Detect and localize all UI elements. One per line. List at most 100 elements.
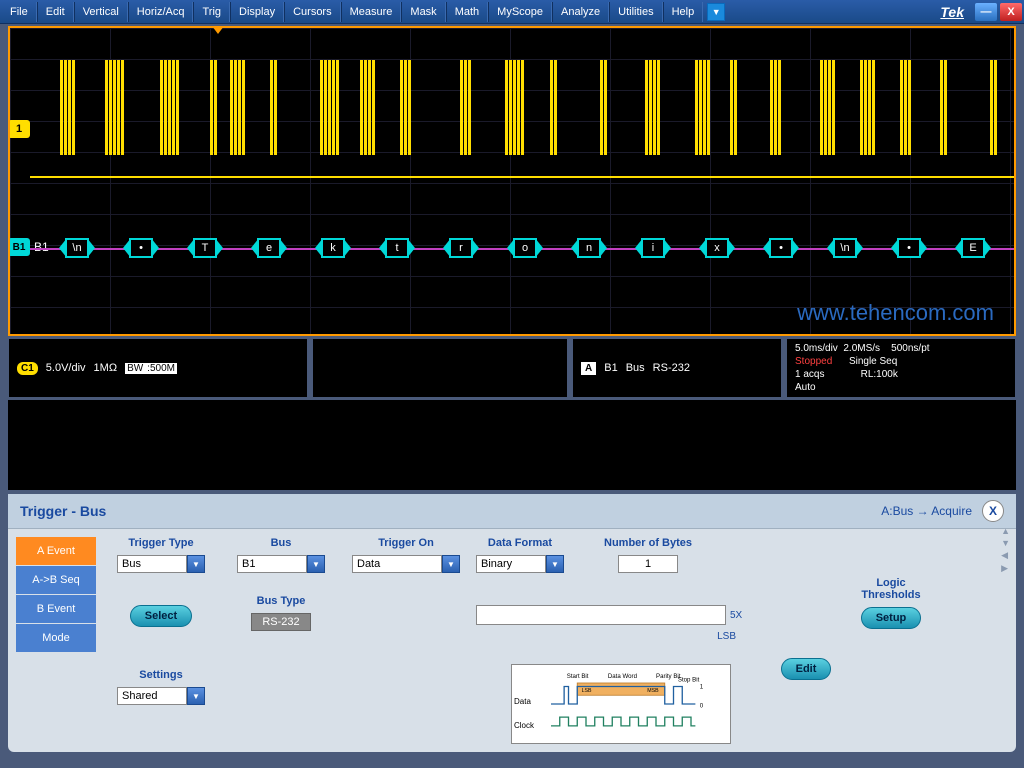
logic-thresholds-label: Logic Thresholds — [846, 577, 936, 601]
setup-button[interactable]: Setup — [861, 607, 922, 629]
menu-trig[interactable]: Trig — [193, 2, 230, 22]
bandwidth-badge: BW — [125, 363, 145, 374]
menu-file[interactable]: File — [2, 2, 37, 22]
svg-text:Stop Bit: Stop Bit — [678, 676, 700, 683]
bus-select[interactable]: B1 ▼ — [237, 555, 325, 573]
data-format-label: Data Format — [488, 537, 552, 549]
trigger-on-select[interactable]: Data ▼ — [352, 555, 460, 573]
menu-vertical[interactable]: Vertical — [74, 2, 128, 22]
bus-decode-char: • — [897, 238, 921, 258]
menu-display[interactable]: Display — [230, 2, 284, 22]
menu-dropdown-icon[interactable]: ▼ — [707, 3, 725, 21]
panel-header: Trigger - Bus A:Bus → Acquire X — [8, 494, 1016, 529]
close-button[interactable]: X — [1000, 3, 1022, 21]
readout-area — [8, 400, 1016, 490]
menu-horiz-acq[interactable]: Horiz/Acq — [128, 2, 194, 22]
tab-a-event[interactable]: A Event — [16, 537, 96, 565]
bus-decode-char: • — [129, 238, 153, 258]
lsb-label: LSB — [717, 631, 736, 642]
trigger-panel: Trigger - Bus A:Bus → Acquire X ▲▼◀▶ A E… — [8, 494, 1016, 752]
menu-mask[interactable]: Mask — [401, 2, 445, 22]
svg-text:LSB: LSB — [582, 688, 592, 694]
oscilloscope-display[interactable]: 1 B1 B1 \n•Tektronix•\n•E www.tehencom.c… — [8, 26, 1016, 336]
menu-edit[interactable]: Edit — [37, 2, 74, 22]
a-trigger-badge: A — [581, 362, 596, 375]
menu-measure[interactable]: Measure — [341, 2, 402, 22]
tab-b-event[interactable]: B Event — [16, 595, 96, 623]
panel-close-button[interactable]: X — [982, 500, 1004, 522]
status-bar: C1 5.0V/div 1MΩ BW:500M A B1 Bus RS-232 … — [8, 338, 1016, 398]
timebase: 5.0ms/div — [795, 343, 838, 354]
menu-analyze[interactable]: Analyze — [552, 2, 609, 22]
bus-label: Bus — [271, 537, 292, 549]
channel-1-marker[interactable]: 1 — [8, 120, 30, 138]
bus-decode-char: e — [257, 238, 281, 258]
svg-text:1: 1 — [700, 683, 704, 690]
bus-value: B1 — [237, 555, 307, 573]
bus-decode-char: i — [641, 238, 665, 258]
trigger-bus-type: RS-232 — [653, 362, 690, 374]
trigger-type-select[interactable]: Bus ▼ — [117, 555, 205, 573]
menu-utilities[interactable]: Utilities — [609, 2, 662, 22]
trigger-bus-word: Bus — [626, 362, 645, 374]
data-format-value: Binary — [476, 555, 546, 573]
protocol-diagram: Data Clock Start Bit Data Word Parity Bi… — [511, 664, 731, 744]
bus-decode-char: \n — [65, 238, 89, 258]
bus-decode-char: k — [321, 238, 345, 258]
panel-title: Trigger - Bus — [20, 503, 106, 519]
trigger-position-icon[interactable] — [212, 26, 224, 34]
bandwidth-value: :500M — [145, 363, 177, 374]
bus-type-value: RS-232 — [251, 613, 310, 631]
bus-decode-char: o — [513, 238, 537, 258]
num-bytes-label: Number of Bytes — [604, 537, 692, 549]
bus-decode-char: E — [961, 238, 985, 258]
menu-help[interactable]: Help — [663, 2, 704, 22]
svg-text:Start Bit: Start Bit — [567, 673, 589, 680]
minimize-button[interactable]: — — [975, 3, 997, 21]
bus-decode-char: T — [193, 238, 217, 258]
bus-decode-char: • — [769, 238, 793, 258]
run-state: Stopped — [795, 356, 832, 367]
data-pattern-input[interactable] — [476, 605, 726, 625]
menu-math[interactable]: Math — [446, 2, 488, 22]
dropdown-icon[interactable]: ▼ — [187, 687, 205, 705]
menubar: File Edit Vertical Horiz/Acq Trig Displa… — [0, 0, 1024, 24]
bus-decode-char: r — [449, 238, 473, 258]
dropdown-icon[interactable]: ▼ — [546, 555, 564, 573]
select-button[interactable]: Select — [130, 605, 192, 627]
num-bytes-value[interactable]: 1 — [618, 555, 678, 573]
ch1-badge: C1 — [17, 362, 38, 375]
sequence-mode: Single Seq — [849, 356, 897, 367]
channel-status[interactable]: C1 5.0V/div 1MΩ BW:500M — [8, 338, 308, 398]
bus-decode-char: \n — [833, 238, 857, 258]
resolution: 500ns/pt — [891, 343, 929, 354]
dropdown-icon[interactable]: ▼ — [442, 555, 460, 573]
impedance: 1MΩ — [94, 362, 118, 374]
tab-ab-seq[interactable]: A->B Seq — [16, 566, 96, 594]
acquire-link[interactable]: A:Bus → Acquire — [881, 504, 972, 518]
dropdown-icon[interactable]: ▼ — [187, 555, 205, 573]
menu-myscope[interactable]: MyScope — [488, 2, 552, 22]
data-format-select[interactable]: Binary ▼ — [476, 555, 564, 573]
settings-label: Settings — [139, 669, 182, 681]
trigger-type-value: Bus — [117, 555, 187, 573]
bus-decode-char: t — [385, 238, 409, 258]
dropdown-icon[interactable]: ▼ — [307, 555, 325, 573]
trigger-status[interactable]: A B1 Bus RS-232 — [572, 338, 782, 398]
edit-button[interactable]: Edit — [781, 658, 832, 680]
bus-decode-char: x — [705, 238, 729, 258]
trigger-mode: Auto — [795, 382, 816, 393]
settings-value: Shared — [117, 687, 187, 705]
acquisition-status[interactable]: 5.0ms/div 2.0MS/s 500ns/pt Stopped Singl… — [786, 338, 1016, 398]
status-spacer — [312, 338, 568, 398]
bus-1-marker[interactable]: B1 — [8, 238, 30, 256]
panel-scroll-arrows[interactable]: ▲▼◀▶ — [1001, 526, 1010, 574]
svg-text:0: 0 — [700, 703, 704, 710]
menu-cursors[interactable]: Cursors — [284, 2, 341, 22]
settings-select[interactable]: Shared ▼ — [117, 687, 205, 705]
trigger-tabs: A Event A->B Seq B Event Mode — [16, 537, 96, 744]
ch1-waveform — [30, 60, 1014, 180]
record-length: RL:100k — [861, 369, 898, 380]
bus-decode-char: n — [577, 238, 601, 258]
tab-mode[interactable]: Mode — [16, 624, 96, 652]
